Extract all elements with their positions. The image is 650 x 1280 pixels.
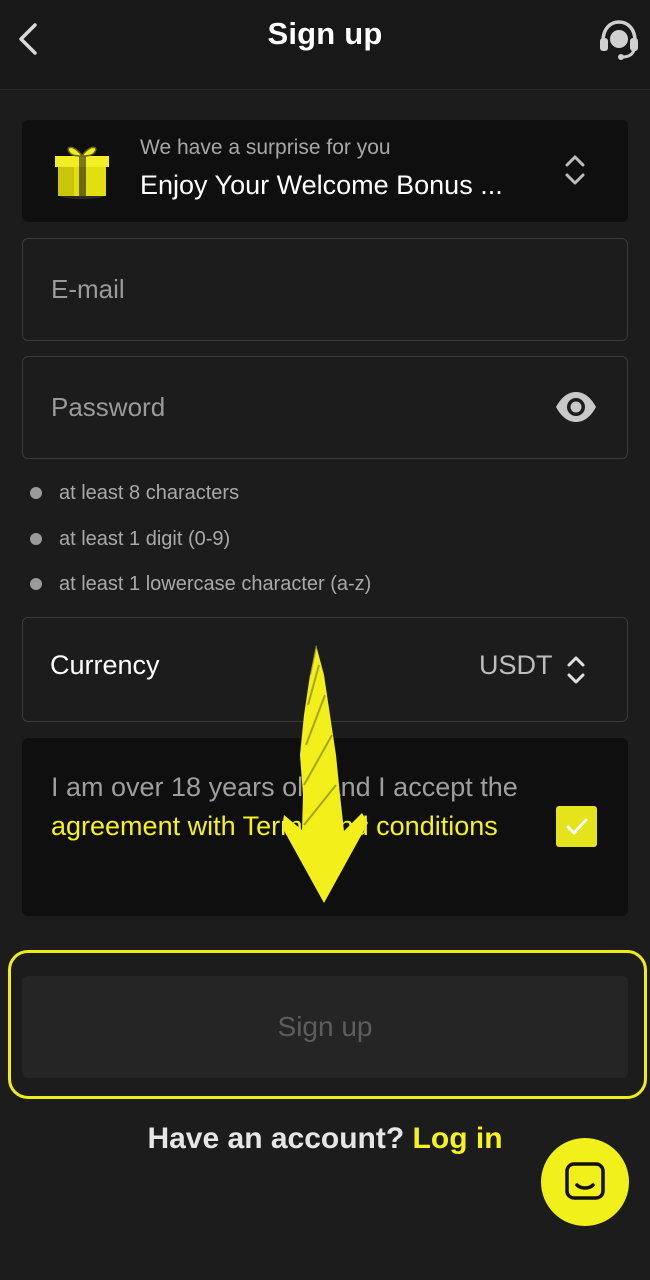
terms-agreement: I am over 18 years old and I accept the …	[22, 738, 628, 916]
email-field-container	[22, 238, 628, 341]
app-header: Sign up	[0, 0, 650, 90]
chat-button[interactable]	[541, 1138, 629, 1226]
password-rule-text: at least 8 characters	[59, 481, 240, 504]
sort-chevrons-icon	[565, 155, 585, 185]
sign-up-button[interactable]: Sign up	[22, 976, 628, 1078]
terms-checkbox[interactable]	[556, 806, 597, 847]
have-account-text: Have an account?	[147, 1122, 405, 1155]
currency-value: USDT	[479, 650, 553, 680]
support-button[interactable]	[596, 16, 642, 62]
headset-support-icon	[600, 20, 638, 60]
bullet	[30, 533, 42, 545]
eye-icon	[556, 392, 596, 422]
terms-link[interactable]: agreement with Terms and conditions	[51, 811, 498, 841]
bullet	[30, 487, 42, 499]
bonus-title: Enjoy Your Welcome Bonus ...	[140, 170, 503, 200]
chat-icon	[565, 1162, 605, 1200]
currency-select[interactable]: Currency USDT	[22, 617, 628, 722]
bullet	[30, 578, 42, 590]
gift-icon	[55, 146, 109, 199]
password-field-container	[22, 356, 628, 459]
welcome-bonus-selector[interactable]: We have a surprise for you Enjoy Your We…	[22, 120, 628, 222]
page-title: Sign up	[267, 16, 383, 51]
password-field[interactable]	[51, 357, 531, 457]
password-rule: at least 1 digit (0-9)	[30, 526, 230, 552]
terms-prefix: I am over 18 years old and I accept the	[51, 772, 518, 802]
sort-chevrons-icon	[567, 656, 585, 684]
toggle-password-visibility-button[interactable]	[553, 389, 599, 425]
login-link[interactable]: Log in	[413, 1122, 503, 1155]
password-rule: at least 8 characters	[30, 480, 239, 506]
password-rule: at least 1 lowercase character (a-z)	[30, 571, 371, 597]
email-field[interactable]	[51, 239, 531, 339]
password-rule-text: at least 1 digit (0-9)	[59, 527, 231, 550]
bonus-subtitle: We have a surprise for you	[140, 136, 391, 159]
currency-label: Currency	[50, 650, 160, 680]
terms-text: I am over 18 years old and I accept the …	[51, 768, 521, 846]
password-rule-text: at least 1 lowercase character (a-z)	[59, 572, 372, 595]
check-icon	[566, 818, 587, 834]
